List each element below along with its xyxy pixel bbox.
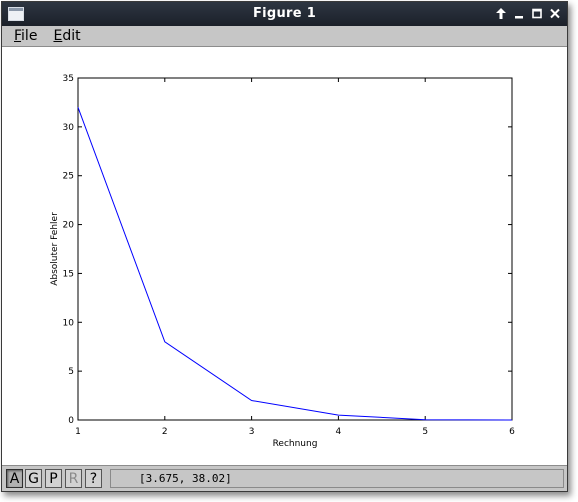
x-tick-label: 5 (422, 427, 428, 437)
y-tick-label: 20 (63, 221, 75, 231)
title-bar[interactable]: Figure 1 (2, 2, 567, 26)
figure-window: Figure 1 File Edit 1 2 3 4 5 6 0 5 10 15 20 25 30 35 (1, 1, 568, 492)
autoscale-button[interactable]: A (6, 469, 23, 488)
y-axis-label: Absoluter Fehler (50, 212, 60, 286)
print-button[interactable]: P (45, 469, 62, 488)
grid-button[interactable]: G (25, 469, 42, 488)
x-tick-label: 6 (509, 427, 515, 437)
x-axis-label: Rechnung (273, 439, 318, 449)
x-tick-label: 3 (249, 427, 255, 437)
menu-file-mnemonic: F (14, 28, 22, 44)
y-tick-label: 15 (63, 269, 74, 279)
rotate-label: R (68, 470, 79, 487)
help-label: ? (89, 470, 98, 487)
plot-canvas[interactable]: 1 2 3 4 5 6 0 5 10 15 20 25 30 35 Rechnung Absoluter … (2, 47, 567, 465)
y-tick-label: 35 (63, 74, 74, 84)
x-tick-label: 4 (336, 427, 342, 437)
grid-label: G (28, 470, 39, 487)
y-tick-label: 10 (63, 318, 75, 328)
plot-frame (77, 77, 513, 421)
menu-edit-label: dit (62, 28, 81, 44)
x-tick-label: 1 (75, 427, 81, 437)
autoscale-label: A (9, 470, 20, 487)
x-tick-label: 2 (162, 427, 168, 437)
menu-edit[interactable]: Edit (53, 28, 80, 44)
series-line (77, 107, 513, 421)
close-icon[interactable] (549, 6, 561, 20)
y-tick-label: 0 (68, 416, 74, 426)
y-tick-label: 30 (63, 123, 75, 133)
status-bar: A G P R ? [3.675, 38.02] (2, 465, 567, 491)
menu-bar: File Edit (2, 26, 567, 47)
maximize-icon[interactable] (531, 6, 543, 20)
coordinate-readout: [3.675, 38.02] (110, 469, 564, 488)
rotate-button[interactable]: R (65, 469, 82, 488)
menu-file[interactable]: File (14, 28, 37, 44)
menu-file-label: ile (21, 28, 38, 44)
minimize-icon[interactable] (513, 6, 525, 20)
y-tick-label: 5 (68, 367, 74, 377)
y-tick-label: 25 (63, 172, 74, 182)
menu-edit-mnemonic: E (53, 28, 63, 44)
up-arrow-icon[interactable] (495, 6, 507, 20)
help-button[interactable]: ? (85, 469, 102, 488)
print-label: P (49, 470, 58, 487)
line-chart: 1 2 3 4 5 6 0 5 10 15 20 25 30 35 Rechnung Absoluter … (50, 74, 515, 449)
window-title: Figure 1 (252, 6, 317, 21)
